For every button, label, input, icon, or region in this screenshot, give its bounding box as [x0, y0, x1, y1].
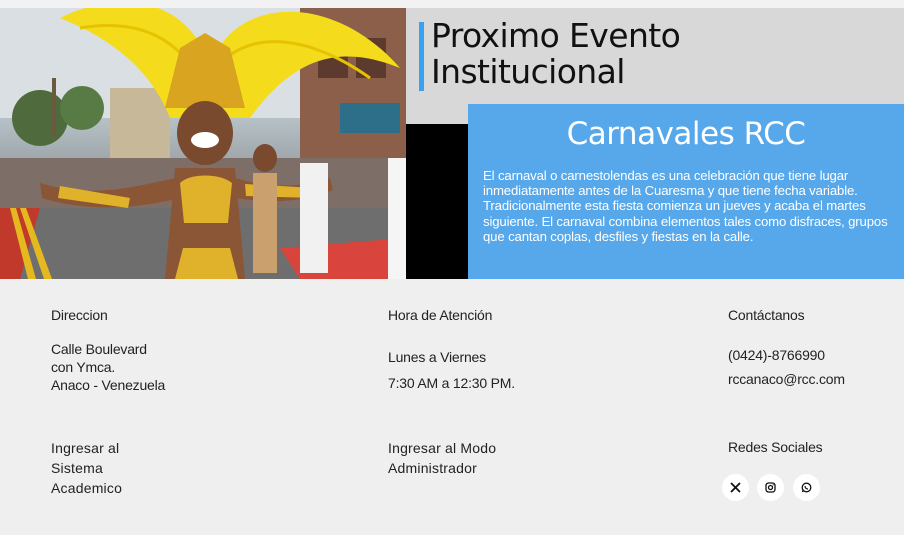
- academic-link-line-3: Academico: [51, 480, 123, 496]
- hours-label: Hora de Atención: [388, 307, 493, 323]
- address-line-1: Calle Boulevard: [51, 341, 147, 357]
- academic-link-line-1: Ingresar al: [51, 440, 120, 456]
- top-strip: [0, 0, 904, 8]
- title-line-1: Proximo Evento: [431, 16, 681, 55]
- admin-link-line-2: Administrador: [388, 460, 477, 476]
- hours-time: 7:30 AM a 12:30 PM.: [388, 375, 515, 391]
- whatsapp-icon[interactable]: [793, 474, 820, 501]
- address-line-2: con Ymca.: [51, 359, 116, 375]
- contact-label: Contáctanos: [728, 307, 805, 323]
- admin-link-line-1: Ingresar al Modo: [388, 440, 497, 456]
- academic-system-link[interactable]: Ingresar al Sistema Academico: [51, 438, 122, 498]
- event-name: Carnavales RCC: [566, 116, 806, 152]
- event-description: El carnaval o carnestolendas es una cele…: [483, 168, 888, 244]
- academic-link-line-2: Sistema: [51, 460, 103, 476]
- hours-days: Lunes a Viernes: [388, 349, 486, 365]
- title-accent-bar: [419, 22, 424, 91]
- address-line-3: Anaco - Venezuela: [51, 377, 166, 393]
- x-icon[interactable]: [722, 474, 749, 501]
- section-title: Proximo Evento Institucional: [431, 18, 831, 90]
- contact-phone: (0424)-8766990: [728, 347, 825, 363]
- instagram-icon[interactable]: [757, 474, 784, 501]
- title-line-2: Institucional: [431, 52, 625, 91]
- admin-mode-link[interactable]: Ingresar al Modo Administrador: [388, 438, 496, 478]
- decorative-black-block: [406, 124, 468, 279]
- event-card: Carnavales RCC El carnaval o carnestolen…: [468, 104, 904, 279]
- social-label: Redes Sociales: [728, 439, 823, 455]
- carnival-photo: [0, 8, 406, 279]
- contact-email[interactable]: rccanaco@rcc.com: [728, 370, 845, 388]
- address-label: Direccion: [51, 307, 108, 323]
